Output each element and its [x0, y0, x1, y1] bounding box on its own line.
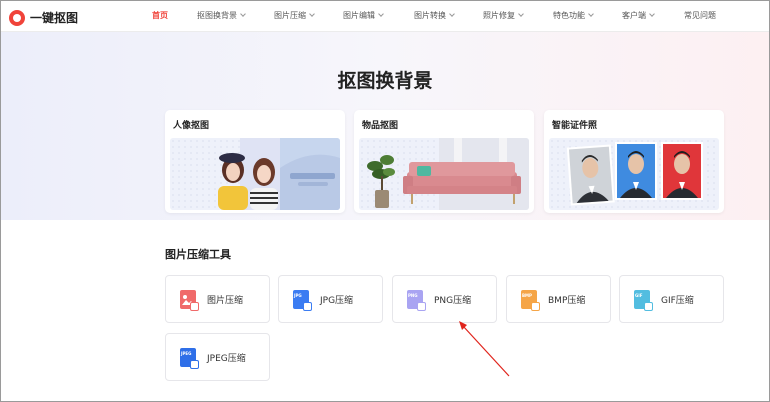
annotation-arrow [459, 321, 510, 377]
